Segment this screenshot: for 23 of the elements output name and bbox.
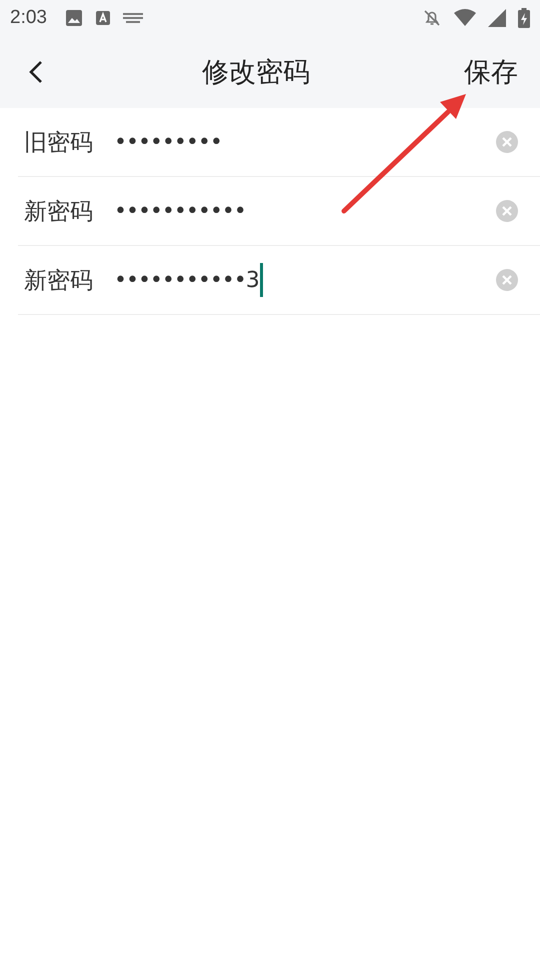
- clear-button[interactable]: [496, 269, 518, 291]
- image-icon: [64, 9, 83, 27]
- keyboard-icon: [122, 12, 143, 24]
- clear-button[interactable]: [496, 131, 518, 153]
- bell-off-icon: [422, 8, 442, 28]
- battery-icon: [518, 8, 530, 28]
- field-label: 新密码: [23, 266, 94, 296]
- clear-icon: [496, 200, 518, 222]
- page-title: 修改密码: [201, 56, 311, 90]
- field-label: 新密码: [23, 198, 94, 226]
- clear-button[interactable]: [496, 200, 518, 222]
- password-field[interactable]: •••••••••: [114, 122, 496, 162]
- signal-icon: [488, 9, 506, 27]
- password-field[interactable]: •••••••••••: [114, 191, 496, 231]
- field-label: 旧密码: [23, 128, 94, 158]
- text-a-icon: [94, 10, 111, 26]
- status-time: 2:03: [10, 7, 47, 29]
- clear-icon: [496, 269, 518, 291]
- chevron-left-icon: [29, 60, 43, 84]
- save-button[interactable]: 保存: [464, 54, 518, 90]
- clear-icon: [496, 131, 518, 153]
- password-field[interactable]: •••••••••••3: [114, 260, 496, 300]
- wifi-icon: [454, 9, 476, 27]
